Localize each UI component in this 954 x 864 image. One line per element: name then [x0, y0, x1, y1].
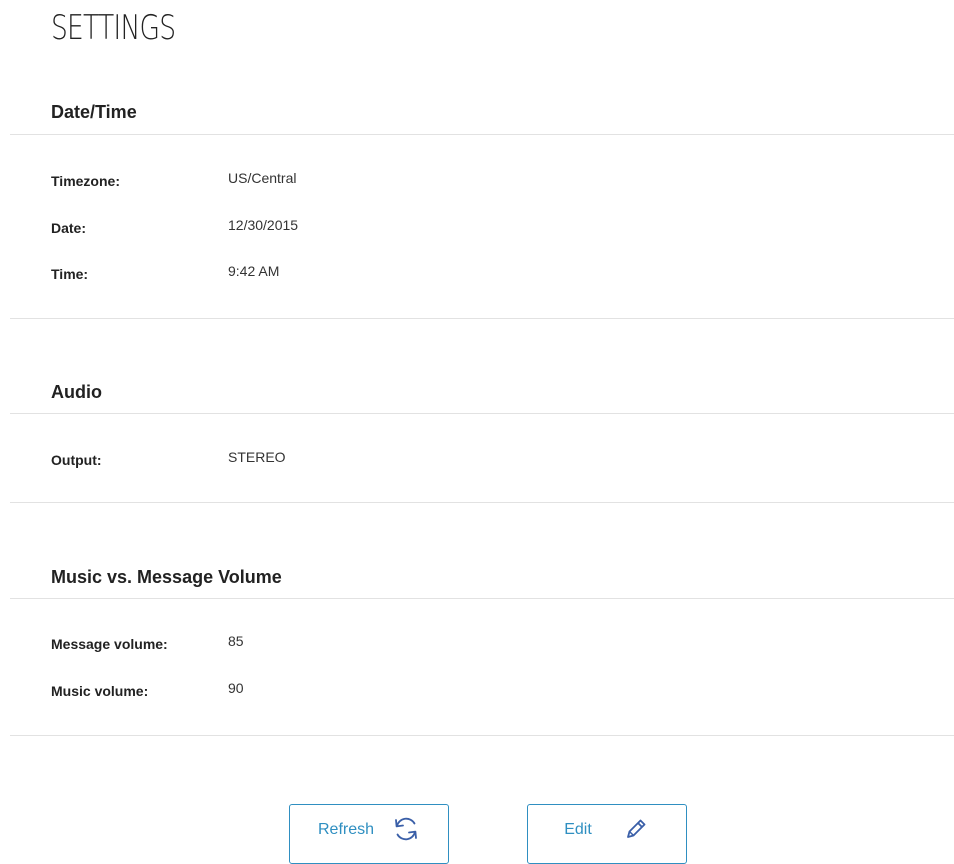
output-value: STEREO: [228, 449, 286, 465]
audio-section-title: Audio: [51, 382, 102, 402]
message-volume-value: 85: [228, 633, 244, 649]
datetime-footer-divider: [10, 318, 954, 319]
datetime-header-divider: [10, 134, 954, 135]
time-label: Time:: [51, 266, 89, 282]
refresh-button-label: Refresh: [317, 821, 375, 838]
refresh-icon: [392, 815, 420, 843]
volume-header-divider: [10, 598, 954, 599]
timezone-label: Timezone:: [51, 173, 120, 189]
edit-button-label: Edit: [564, 821, 592, 838]
volume-footer-divider: [10, 735, 954, 736]
pencil-icon: [622, 815, 650, 843]
music-volume-value: 90: [228, 680, 244, 696]
music-volume-label: Music volume:: [51, 683, 149, 699]
page-title: SETTINGS: [51, 8, 176, 48]
refresh-button[interactable]: Refresh: [289, 804, 449, 864]
message-volume-label: Message volume:: [51, 636, 168, 652]
date-label: Date:: [51, 220, 87, 236]
output-label: Output:: [51, 452, 102, 468]
date-value: 12/30/2015: [228, 217, 299, 233]
edit-button[interactable]: Edit: [527, 804, 687, 864]
time-value: 9:42 AM: [228, 263, 280, 279]
datetime-section-title: Date/Time: [51, 102, 137, 122]
audio-footer-divider: [10, 502, 954, 503]
timezone-value: US/Central: [228, 170, 297, 186]
audio-header-divider: [10, 413, 954, 414]
volume-section-title: Music vs. Message Volume: [51, 567, 282, 587]
